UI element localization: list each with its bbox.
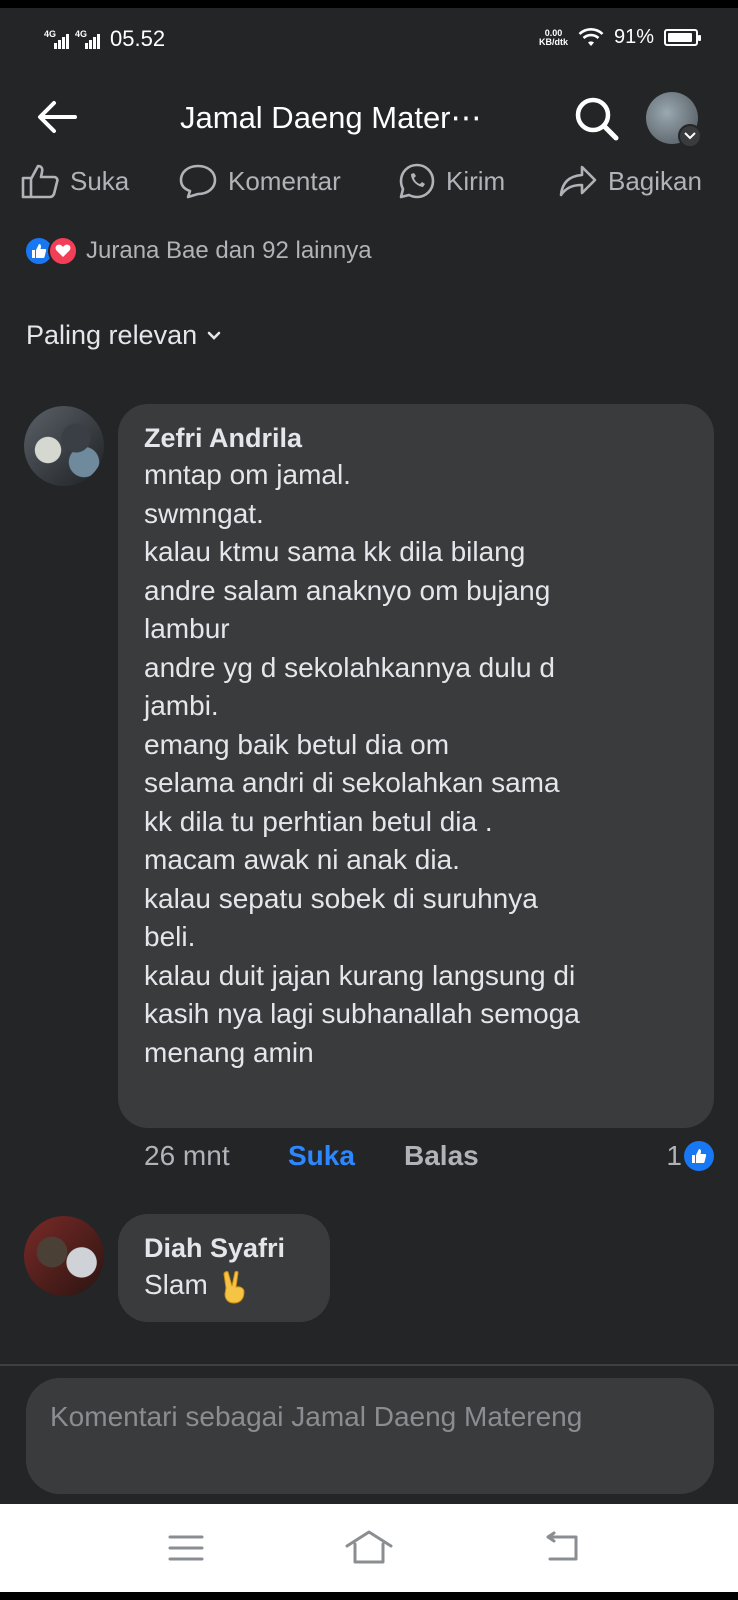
divider — [0, 1364, 738, 1366]
post-actions: Suka Komentar Kirim Bagikan — [0, 158, 738, 204]
love-reaction-icon — [48, 236, 78, 266]
comment-author[interactable]: Zefri Andrila — [144, 420, 688, 456]
battery-percent: 91% — [613, 26, 654, 48]
battery-icon — [664, 29, 701, 46]
chevron-down-icon — [207, 331, 221, 340]
share-button[interactable]: Bagikan — [558, 158, 702, 204]
thumbs-up-icon — [21, 164, 59, 199]
comment-button[interactable]: Komentar — [178, 158, 341, 204]
recent-apps-button[interactable] — [156, 1524, 216, 1572]
commenter-avatar[interactable] — [24, 406, 104, 486]
top-bar: Jamal Daeng Mater⋯ — [0, 80, 738, 156]
comment-label: Komentar — [228, 165, 341, 196]
comment-author[interactable]: Diah Syafri — [144, 1230, 304, 1266]
menu-icon — [168, 1535, 204, 1561]
send-label: Kirim — [446, 165, 506, 196]
clock: 05.52 — [110, 26, 166, 51]
sort-label: Paling relevan — [26, 320, 198, 350]
back-nav-button[interactable] — [532, 1524, 592, 1572]
return-icon — [546, 1531, 578, 1561]
reaction-count-text: Jurana Bae dan 92 lainnya — [86, 237, 372, 264]
reaction-summary[interactable]: Jurana Bae dan 92 lainnya — [24, 236, 372, 266]
search-icon — [575, 97, 619, 141]
wifi-icon — [578, 27, 604, 46]
comment-reply-button[interactable]: Balas — [404, 1140, 479, 1172]
search-button[interactable] — [570, 92, 624, 146]
share-icon — [559, 165, 597, 197]
home-icon — [345, 1530, 393, 1564]
signal-icon: 4G — [75, 29, 100, 49]
comment-like-count[interactable]: 1 — [666, 1140, 714, 1172]
comment-meta: 26 mnt Suka Balas 1 — [144, 1140, 714, 1180]
comment-time: 26 mnt — [144, 1140, 230, 1171]
screen: 4G 4G 05.52 0.00 KB/dtk 91% Jamal Daeng … — [0, 8, 738, 1592]
share-label: Bagikan — [608, 165, 702, 196]
page-title[interactable]: Jamal Daeng Mater⋯ — [180, 100, 482, 136]
comment-input[interactable]: Komentari sebagai Jamal Daeng Matereng — [26, 1378, 714, 1494]
commenter-avatar[interactable] — [24, 1216, 104, 1296]
like-button[interactable]: Suka — [20, 158, 129, 204]
send-button[interactable]: Kirim — [398, 158, 505, 204]
network-speed: 0.00 KB/dtk — [538, 27, 568, 47]
comment-text: Slam — [144, 1266, 304, 1305]
comment-text: mntap om jamal. swmngat. kalau ktmu sama… — [144, 459, 580, 1068]
home-button[interactable] — [339, 1524, 399, 1572]
chevron-down-icon — [678, 124, 702, 148]
victory-hand-emoji-icon — [223, 1270, 245, 1304]
status-bar: 4G 4G 05.52 0.00 KB/dtk 91% — [0, 8, 738, 72]
comment-bubble: Zefri Andrila mntap om jamal. swmngat. k… — [118, 404, 714, 1128]
sort-dropdown[interactable]: Paling relevan — [26, 320, 221, 351]
profile-avatar[interactable] — [646, 92, 702, 148]
comment-bubble: Diah Syafri Slam — [118, 1214, 330, 1322]
signal-icon: 4G — [44, 29, 69, 49]
system-nav-bar — [0, 1504, 738, 1592]
back-button[interactable] — [32, 94, 82, 140]
whatsapp-icon — [399, 163, 435, 199]
like-reaction-icon — [684, 1141, 714, 1171]
back-arrow-icon — [38, 101, 77, 133]
like-label: Suka — [70, 165, 130, 196]
comment-like-button[interactable]: Suka — [288, 1140, 355, 1172]
comment-input-placeholder: Komentari sebagai Jamal Daeng Matereng — [50, 1401, 583, 1432]
comment-icon — [179, 164, 217, 199]
